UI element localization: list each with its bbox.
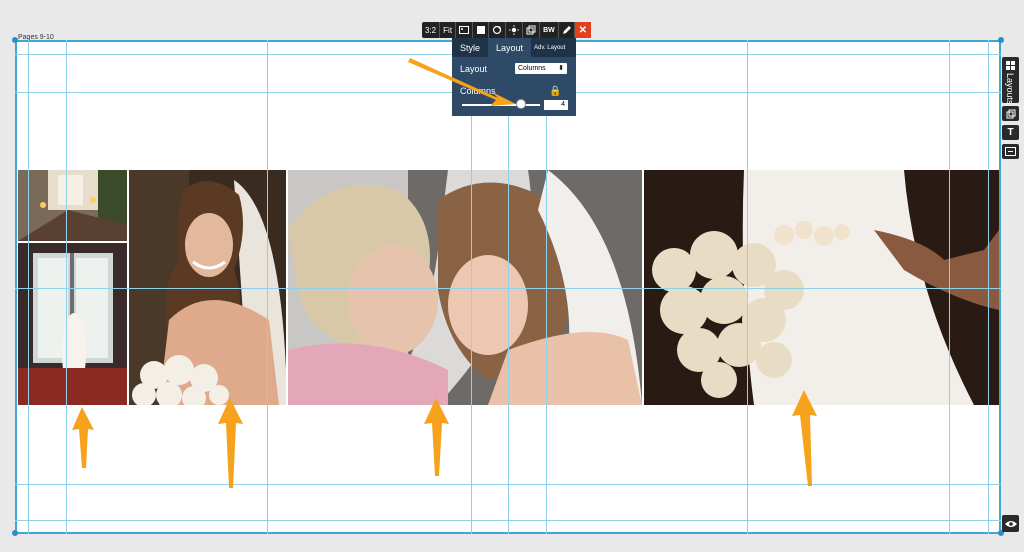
resize-handle-tr[interactable] xyxy=(998,37,1004,43)
tab-layout[interactable]: Layout xyxy=(488,38,532,57)
rotate-icon[interactable] xyxy=(489,22,507,38)
layout-select-value: Columns xyxy=(518,65,546,72)
photo-staircase[interactable] xyxy=(18,170,127,241)
layout-label: Layout xyxy=(460,64,488,74)
resize-handle-tl[interactable] xyxy=(12,37,18,43)
tab-adv-layout[interactable]: Adv. Layout xyxy=(531,38,568,57)
grid-icon xyxy=(1006,61,1015,70)
duplicate-icon xyxy=(1006,109,1015,118)
layout-panel: Style Layout Adv. Layout Layout Columns … xyxy=(452,38,576,116)
columns-input[interactable]: 4 xyxy=(544,100,568,110)
resize-handle-bl[interactable] xyxy=(12,530,18,536)
resize-icon xyxy=(1005,147,1016,156)
pages-label: Pages 9-10 xyxy=(18,34,54,41)
layouts-label: Layouts xyxy=(1005,73,1015,105)
columns-slider[interactable] xyxy=(462,104,540,106)
resize-button[interactable] xyxy=(1002,144,1019,159)
duplicate-icon[interactable] xyxy=(523,22,541,38)
photo-bride-window[interactable] xyxy=(18,243,127,405)
duplicate-page-button[interactable] xyxy=(1002,106,1019,121)
pencil-icon[interactable] xyxy=(559,22,575,38)
eye-icon xyxy=(1004,520,1017,527)
layout-select[interactable]: Columns ⬍ xyxy=(515,63,567,74)
lock-icon[interactable]: 🔒 xyxy=(549,86,561,97)
photo-toolbar: 3:2 Fit BW ✕ xyxy=(422,22,591,38)
columns-label: Columns xyxy=(460,86,496,96)
text-icon: T xyxy=(1007,127,1014,138)
columns-slider-handle[interactable] xyxy=(515,99,526,109)
layouts-tab[interactable]: Layouts xyxy=(1002,57,1019,105)
square-icon[interactable] xyxy=(473,22,490,38)
panel-tabs: Style Layout Adv. Layout xyxy=(452,38,576,57)
brightness-icon[interactable] xyxy=(506,22,524,38)
chevron-updown-icon: ⬍ xyxy=(558,65,564,72)
aspect-ratio-button[interactable]: 3:2 xyxy=(422,22,441,38)
bw-button[interactable]: BW xyxy=(540,22,559,38)
text-button[interactable]: T xyxy=(1002,125,1019,140)
fit-button[interactable]: Fit xyxy=(440,22,457,38)
close-button[interactable]: ✕ xyxy=(574,22,591,38)
tab-style[interactable]: Style xyxy=(452,38,488,57)
preview-button[interactable] xyxy=(1002,515,1019,532)
photo-swap-icon[interactable] xyxy=(456,22,474,38)
